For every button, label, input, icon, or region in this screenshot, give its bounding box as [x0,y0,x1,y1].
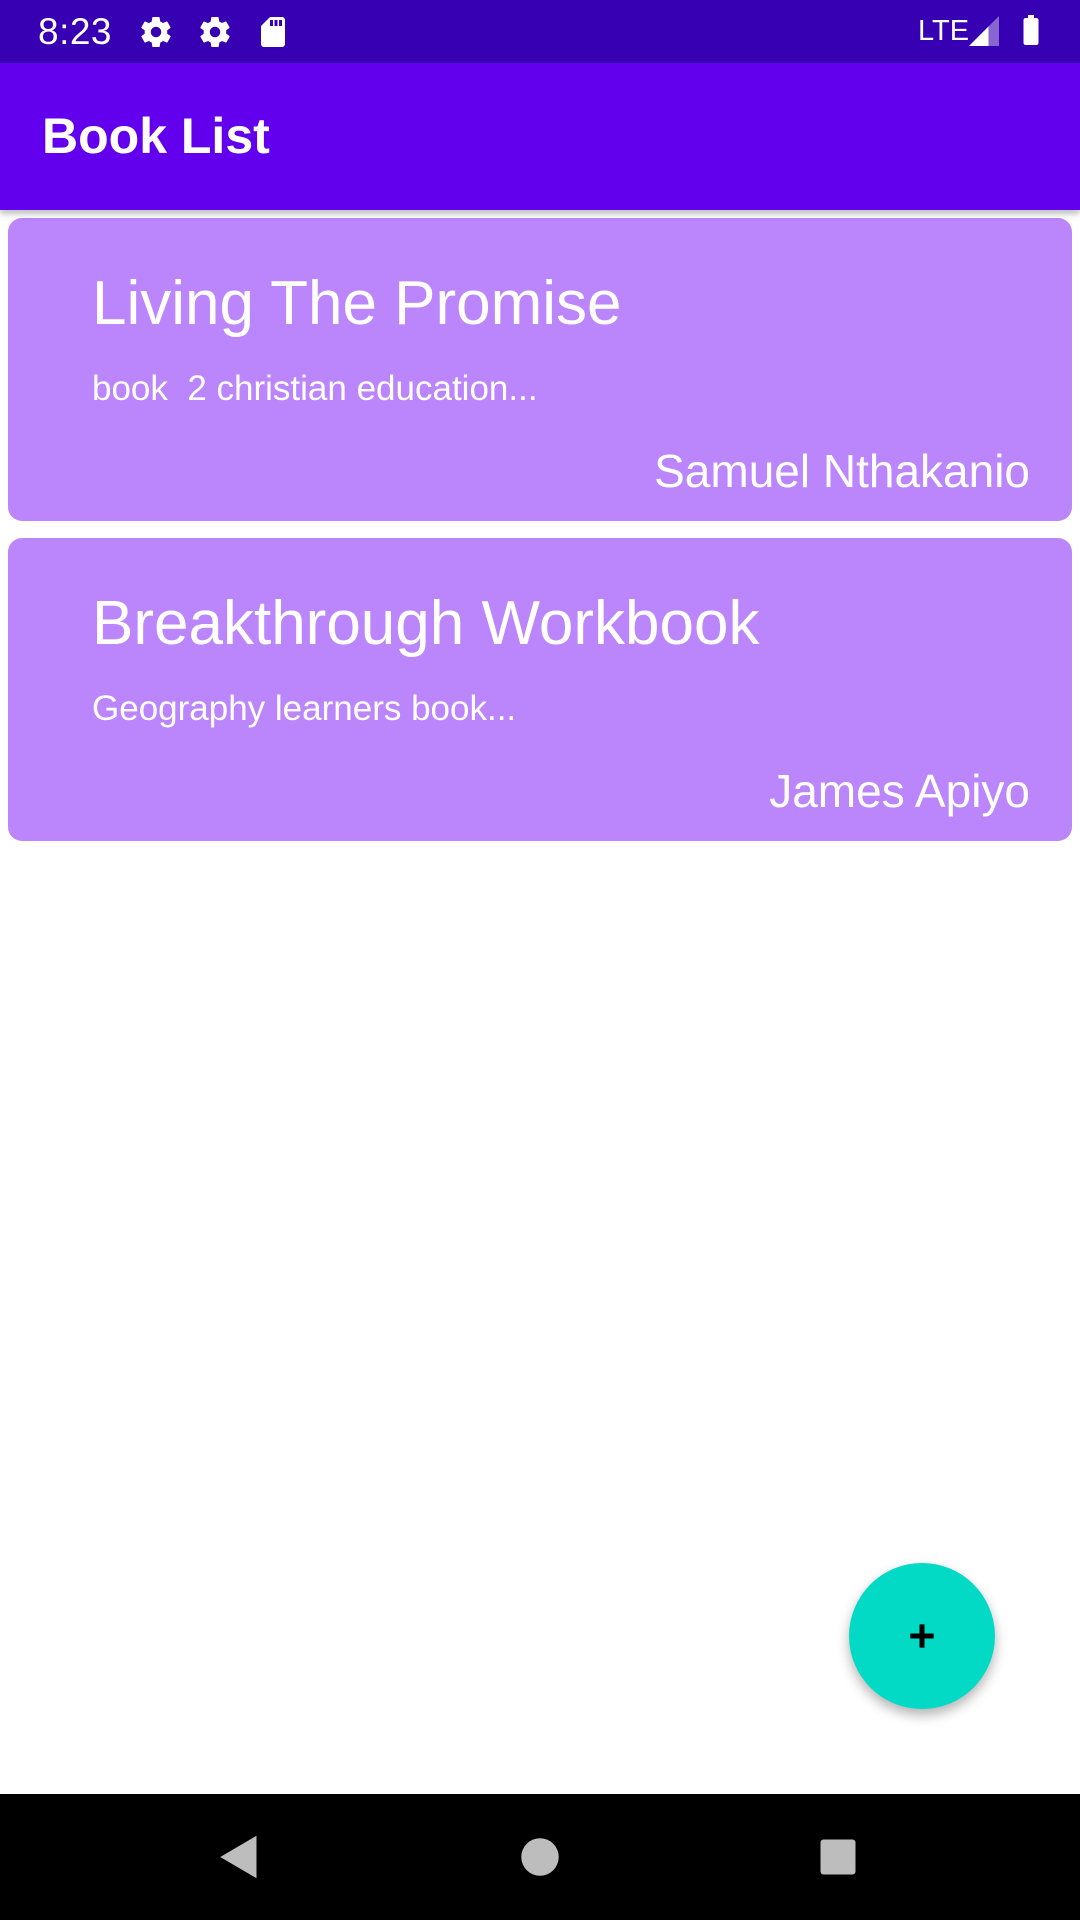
book-title: Breakthrough Workbook [92,589,760,658]
book-card[interactable]: Breakthrough Workbook Geography learners… [8,538,1072,841]
book-description: Geography learners book... [92,689,517,728]
add-book-button[interactable] [849,1563,995,1709]
signal-icon [966,13,1002,49]
book-title: Living The Promise [92,269,622,338]
book-card[interactable]: Living The Promise book 2 christian educ… [8,218,1072,521]
status-time: 8:23 [38,11,113,52]
book-description: book 2 christian education... [92,369,538,408]
plus-icon [902,1616,942,1656]
sd-card-icon [255,14,291,50]
home-icon[interactable] [510,1827,570,1887]
book-author: Samuel Nthakanio [654,445,1030,497]
screen: 8:23 LTE Book List Living The Promise bo… [0,0,1080,1920]
app-bar: Book List [0,63,1080,210]
gear-icon [197,14,233,50]
battery-icon [1013,12,1049,48]
book-author: James Apiyo [769,765,1030,817]
recents-icon[interactable] [808,1827,868,1887]
status-bar: 8:23 LTE [0,0,1080,63]
page-title: Book List [42,108,270,164]
gear-icon [138,14,174,50]
back-icon[interactable] [209,1827,269,1887]
navigation-bar [0,1794,1080,1920]
network-type-label: LTE [918,15,970,47]
